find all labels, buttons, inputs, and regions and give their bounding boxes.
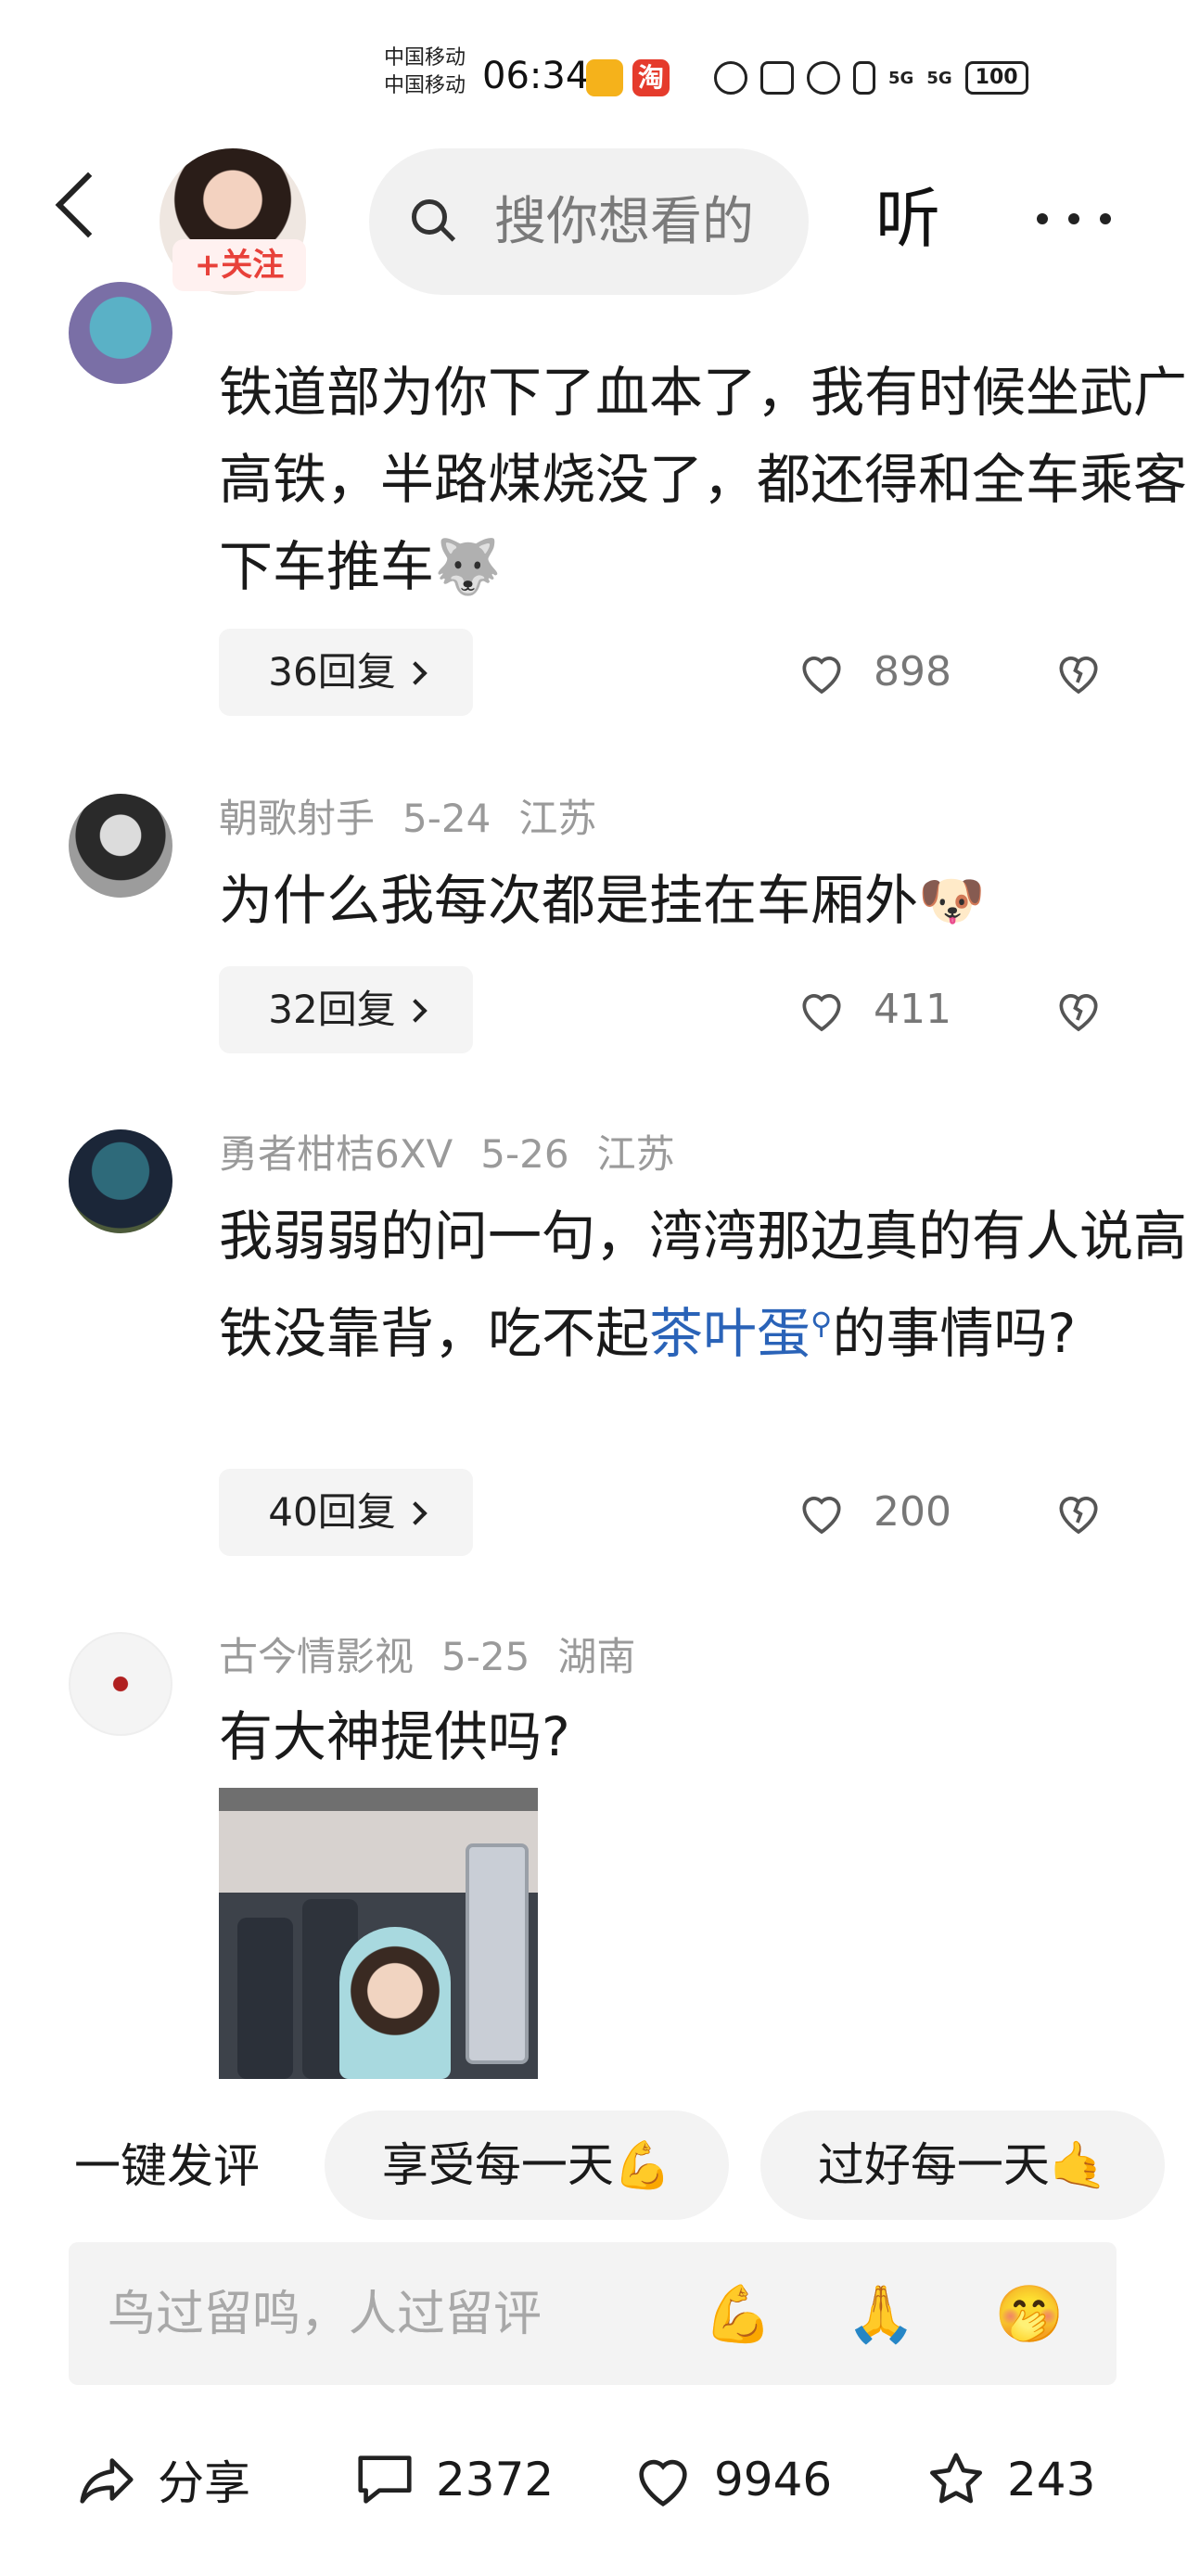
comment-avatar[interactable]: [69, 282, 172, 384]
comment-location: 江苏: [596, 1131, 675, 1177]
comment-avatar[interactable]: [69, 1129, 172, 1233]
search-input[interactable]: 搜你想看的: [369, 148, 809, 295]
comment-date: 5-24: [402, 796, 491, 841]
reply-count: 36回复: [268, 649, 396, 695]
comment-text: 铁道部为你下了血本了，我有时候坐武广高铁，半路煤烧没了，都还得和全车乘客下车推车…: [219, 361, 1187, 598]
signal-5g-2: 5G: [926, 68, 952, 88]
broken-heart-icon[interactable]: [1052, 984, 1105, 1036]
chevron-right-icon: [402, 999, 428, 1023]
share-icon: [80, 2458, 134, 2504]
like-button[interactable]: 9946: [631, 2442, 832, 2517]
chevron-right-icon: [402, 1501, 428, 1525]
chevron-right-icon: [402, 661, 428, 685]
clock: 06:34: [482, 55, 590, 97]
comment-location: 江苏: [518, 796, 597, 841]
search-placeholder: 搜你想看的: [494, 192, 754, 252]
heart-icon: [639, 2459, 687, 2507]
heart-icon[interactable]: [796, 984, 848, 1036]
share-label: 分享: [158, 2456, 250, 2510]
comment-user[interactable]: 勇者柑桔6XV: [219, 1131, 453, 1177]
comment-avatar[interactable]: [69, 794, 172, 898]
follow-button[interactable]: +关注: [172, 239, 306, 291]
comment-date: 5-26: [480, 1131, 569, 1177]
like-count: 411: [874, 986, 951, 1033]
comment-icon: [358, 2455, 412, 2504]
comment-input[interactable]: 鸟过留鸣，人过留评 💪 🙏 🤭: [69, 2242, 1117, 2385]
comments-button[interactable]: 2372: [352, 2442, 554, 2517]
nfc-icon: [760, 61, 794, 95]
alarm-icon: [807, 61, 840, 95]
comment-avatar[interactable]: [69, 1632, 172, 1736]
comment-date: 5-25: [441, 1634, 530, 1679]
comment-text: 我弱弱的问一句，湾湾那边真的有人说高铁没靠背，吃不起茶叶蛋⚲的事情吗?: [219, 1192, 1187, 1377]
broken-heart-icon[interactable]: [1052, 1486, 1105, 1538]
back-icon[interactable]: [55, 172, 121, 238]
search-small-icon: ⚲: [810, 1306, 833, 1341]
folded-hands-emoji[interactable]: 🙏: [846, 2279, 916, 2350]
share-button[interactable]: 分享: [74, 2442, 250, 2517]
carrier-1: 中国移动: [384, 46, 466, 70]
comment-meta: 勇者柑桔6XV 5-26 江苏: [219, 1131, 703, 1178]
comment-input-placeholder: 鸟过留鸣，人过留评: [108, 2287, 542, 2342]
comment-user[interactable]: 朝歌射手: [219, 796, 375, 841]
more-icon[interactable]: [1037, 213, 1111, 226]
quick-comment-label: 一键发评: [74, 2139, 260, 2193]
star-icon: [930, 2453, 982, 2504]
vibrate-icon: [853, 61, 875, 95]
broken-heart-icon[interactable]: [1052, 646, 1105, 698]
flexed-biceps-emoji[interactable]: 💪: [703, 2279, 773, 2350]
likes-count: 9946: [714, 2453, 833, 2506]
comment-user[interactable]: 古今情影视: [219, 1634, 414, 1679]
quick-comment-chip[interactable]: 享受每一天💪: [325, 2111, 729, 2220]
reply-button[interactable]: 32回复: [219, 966, 473, 1053]
comment-meta-partial: danaka778373 5-24 四川: [219, 297, 702, 342]
search-icon: [412, 199, 447, 235]
favorites-count: 243: [1007, 2453, 1096, 2506]
comment-meta: 朝歌射手 5-24 江苏: [219, 796, 624, 842]
taobao-icon: 淘: [632, 59, 670, 96]
hand-over-mouth-emoji[interactable]: 🤭: [994, 2279, 1065, 2350]
like-count: 200: [874, 1488, 951, 1536]
like-count: 898: [874, 648, 951, 695]
reply-button[interactable]: 36回复: [219, 629, 473, 716]
battery-icon: 100: [964, 61, 1028, 95]
carrier-2: 中国移动: [384, 74, 466, 97]
comment-meta: 古今情影视 5-25 湖南: [219, 1634, 663, 1680]
heart-icon[interactable]: [796, 1486, 848, 1538]
favorite-button[interactable]: 243: [924, 2442, 1095, 2517]
signal-5g-1: 5G: [888, 68, 914, 88]
carrier-labels: 中国移动 中国移动: [384, 45, 466, 100]
comment-image[interactable]: [219, 1788, 538, 2079]
reply-count: 32回复: [268, 987, 396, 1032]
reply-button[interactable]: 40回复: [219, 1469, 473, 1556]
listen-button[interactable]: 听: [875, 182, 940, 256]
heart-icon[interactable]: [796, 646, 848, 698]
weibo-icon: [586, 59, 623, 96]
status-icons: 5G 5G 100: [714, 57, 1028, 98]
reply-count: 40回复: [268, 1489, 396, 1535]
comment-text-part: 的事情吗?: [832, 1302, 1077, 1365]
comment-text: 有大神提供吗?: [219, 1705, 570, 1768]
eye-icon: [714, 61, 747, 95]
quick-comment-chip[interactable]: 过好每一天🤙: [760, 2111, 1165, 2220]
comment-text: 为什么我每次都是挂在车厢外🐶: [219, 869, 986, 932]
comment-location: 湖南: [557, 1634, 636, 1679]
comments-count: 2372: [436, 2453, 555, 2506]
search-link[interactable]: 茶叶蛋: [649, 1302, 810, 1365]
